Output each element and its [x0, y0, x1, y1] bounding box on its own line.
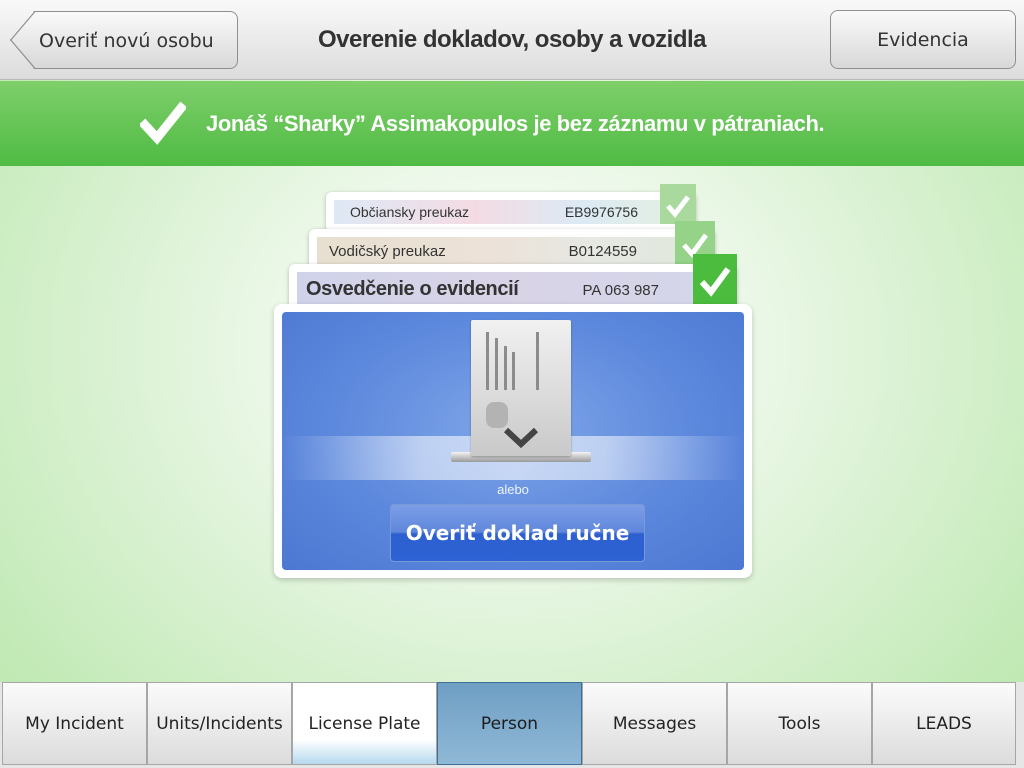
scan-panel: alebo Overiť doklad ručne [274, 304, 752, 578]
scan-area: alebo Overiť doklad ručne [282, 312, 744, 570]
back-button-label: Overiť novú osobu [39, 30, 214, 52]
tab-messages[interactable]: Messages [582, 682, 727, 765]
tab-tools[interactable]: Tools [727, 682, 872, 765]
document-number: EB9976756 [564, 204, 638, 220]
tab-units-incidents[interactable]: Units/Incidents [147, 682, 292, 765]
or-label: alebo [497, 482, 529, 497]
document-strip: Občiansky preukaz EB9976756 [334, 200, 688, 224]
tab-bar: My Incident Units/Incidents License Plat… [0, 682, 1024, 768]
status-message: Jonáš “Sharky” Assimakopulos je bez zázn… [206, 111, 825, 136]
document-strip: Vodičský preukaz B0124559 [317, 237, 707, 265]
document-number: PA 063 987 [582, 282, 659, 299]
status-banner: Jonáš “Sharky” Assimakopulos je bez zázn… [0, 81, 1024, 166]
tab-leads[interactable]: LEADS [872, 682, 1016, 765]
records-button[interactable]: Evidencia [830, 10, 1016, 69]
document-number: B0124559 [568, 243, 637, 260]
document-label: Občiansky preukaz [350, 204, 470, 220]
verified-check-icon [693, 254, 737, 304]
document-label: Osvedčenie o evidencií [306, 278, 519, 300]
verify-manually-button[interactable]: Overiť doklad ručne [390, 504, 645, 562]
tab-person[interactable]: Person [437, 682, 582, 765]
id-card-insert-icon [471, 320, 571, 456]
document-label: Vodičský preukaz [329, 243, 446, 260]
top-bar: Overiť novú osobu Overenie dokladov, oso… [0, 0, 1024, 80]
verified-check-icon [660, 184, 696, 224]
document-card-id[interactable]: Občiansky preukaz EB9976756 [326, 184, 696, 232]
tab-my-incident[interactable]: My Incident [2, 682, 147, 765]
page-title: Overenie dokladov, osoby a vozidla [317, 26, 707, 53]
tab-license-plate[interactable]: License Plate [292, 682, 437, 765]
checkmark-icon [140, 101, 186, 145]
back-button[interactable]: Overiť novú osobu [10, 11, 238, 69]
